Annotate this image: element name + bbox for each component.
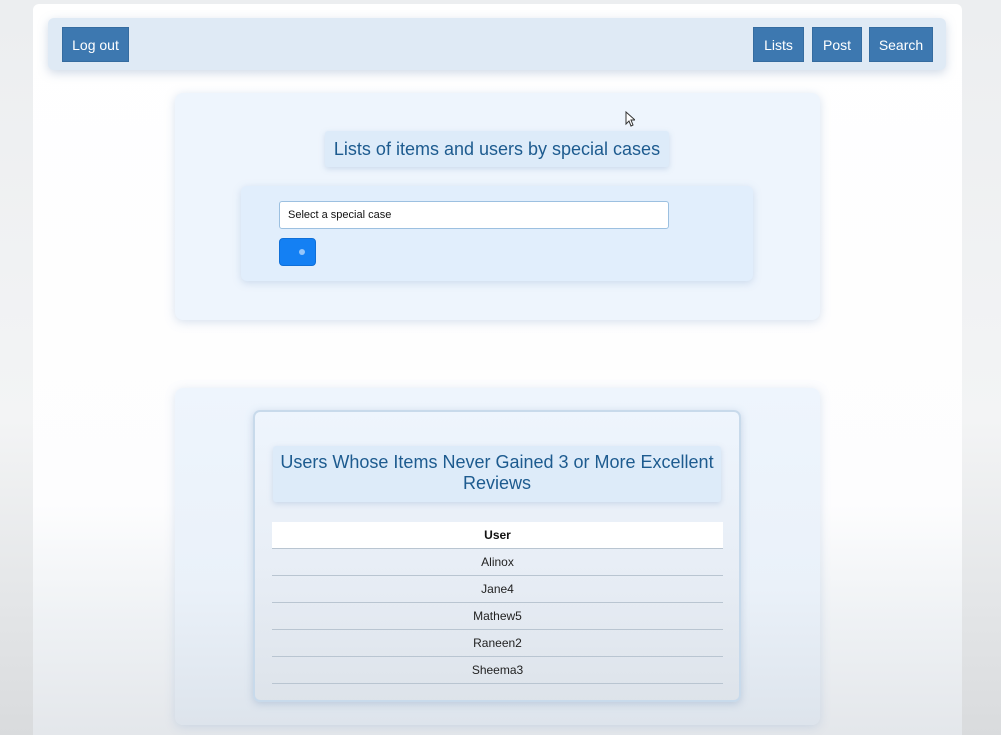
special-cases-heading: Lists of items and users by special case… [325, 131, 669, 167]
post-button[interactable]: Post [812, 27, 862, 62]
submit-button[interactable] [279, 238, 316, 266]
results-panel: Users Whose Items Never Gained 3 or More… [253, 410, 741, 702]
table-row: Mathew5 [272, 603, 723, 630]
table-row: Jane4 [272, 576, 723, 603]
results-heading: Users Whose Items Never Gained 3 or More… [273, 446, 721, 502]
mouse-pointer-icon [625, 111, 635, 127]
results-card: Users Whose Items Never Gained 3 or More… [175, 388, 820, 725]
lists-button[interactable]: Lists [753, 27, 804, 62]
special-cases-card: Lists of items and users by special case… [175, 93, 820, 320]
search-button[interactable]: Search [869, 27, 933, 62]
table-row: Sheema3 [272, 657, 723, 684]
special-case-select[interactable]: Select a special case [279, 201, 669, 229]
table-row: Raneen2 [272, 630, 723, 657]
table-row: Alinox [272, 549, 723, 576]
users-table: User Alinox Jane4 Mathew5 Raneen2 Sheema… [272, 522, 723, 684]
submit-icon [298, 249, 305, 255]
special-case-form: Select a special case [241, 186, 753, 281]
navbar: Log out Lists Post Search [48, 18, 946, 70]
table-header-user: User [272, 522, 723, 549]
logout-button[interactable]: Log out [62, 27, 129, 62]
